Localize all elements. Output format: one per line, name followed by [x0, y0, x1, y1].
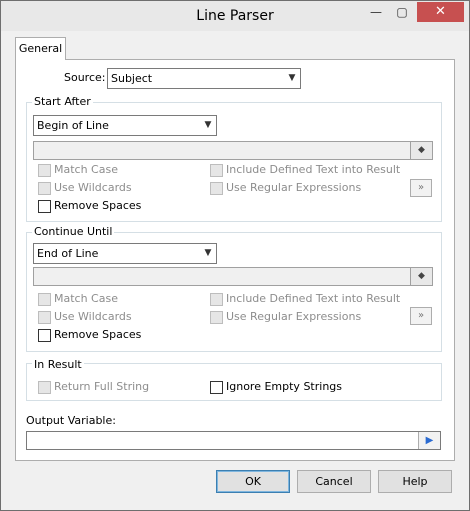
cont-match-case-label: Match Case [54, 292, 118, 305]
cancel-button[interactable]: Cancel [297, 470, 371, 493]
ignore-empty-strings-checkbox[interactable] [210, 381, 223, 394]
continue-until-text-input[interactable]: ◆ [33, 267, 433, 286]
start-include-defined-label: Include Defined Text into Result [226, 163, 401, 176]
start-match-case-label: Match Case [54, 163, 118, 176]
output-variable-input[interactable]: ▶ [26, 431, 441, 450]
eraser-icon[interactable]: ◆ [410, 268, 432, 285]
output-variable-label: Output Variable: [26, 414, 116, 427]
start-include-defined-checkbox[interactable] [210, 164, 223, 177]
ignore-empty-strings-label: Ignore Empty Strings [226, 380, 342, 393]
start-after-value: Begin of Line [37, 119, 109, 132]
cont-use-wildcards-label: Use Wildcards [54, 310, 132, 323]
continue-until-title: Continue Until [32, 225, 115, 238]
source-value: Subject [111, 72, 153, 85]
cont-include-defined-label: Include Defined Text into Result [226, 292, 401, 305]
cont-use-regex-checkbox[interactable] [210, 311, 223, 324]
return-full-string-label: Return Full String [54, 380, 150, 393]
source-label: Source: [64, 71, 106, 84]
start-match-case-checkbox[interactable] [38, 164, 51, 177]
cont-use-regex-label: Use Regular Expressions [226, 310, 362, 323]
start-use-wildcards-label: Use Wildcards [54, 181, 132, 194]
minimize-icon[interactable]: — [363, 2, 389, 22]
play-icon[interactable]: ▶ [418, 432, 440, 449]
start-after-title: Start After [32, 95, 93, 108]
start-remove-spaces-label: Remove Spaces [54, 199, 142, 212]
continue-until-value: End of Line [37, 247, 99, 260]
help-button[interactable]: Help [378, 470, 452, 493]
title-bar[interactable]: Line Parser — ▢ ✕ [1, 1, 469, 31]
start-remove-spaces-checkbox[interactable] [38, 200, 51, 213]
start-more-button[interactable]: » [410, 179, 432, 197]
cont-match-case-checkbox[interactable] [38, 293, 51, 306]
source-combo[interactable]: Subject ▼ [107, 68, 301, 89]
chevron-down-icon: ▼ [288, 73, 296, 83]
start-use-wildcards-checkbox[interactable] [38, 182, 51, 195]
cont-include-defined-checkbox[interactable] [210, 293, 223, 306]
continue-until-combo[interactable]: End of Line ▼ [33, 243, 217, 264]
in-result-title: In Result [32, 358, 84, 371]
return-full-string-checkbox[interactable] [38, 381, 51, 394]
cont-remove-spaces-checkbox[interactable] [38, 329, 51, 342]
close-button[interactable]: ✕ [417, 2, 464, 22]
chevron-down-icon: ▼ [204, 120, 212, 130]
start-after-text-input[interactable]: ◆ [33, 141, 433, 160]
tab-general[interactable]: General [15, 37, 66, 60]
chevron-down-icon: ▼ [204, 248, 212, 258]
eraser-icon[interactable]: ◆ [410, 142, 432, 159]
start-after-combo[interactable]: Begin of Line ▼ [33, 115, 217, 136]
ok-button[interactable]: OK [216, 470, 290, 493]
maximize-icon[interactable]: ▢ [389, 2, 415, 22]
cont-more-button[interactable]: » [410, 307, 432, 325]
start-use-regex-label: Use Regular Expressions [226, 181, 362, 194]
cont-use-wildcards-checkbox[interactable] [38, 311, 51, 324]
start-use-regex-checkbox[interactable] [210, 182, 223, 195]
cont-remove-spaces-label: Remove Spaces [54, 328, 142, 341]
